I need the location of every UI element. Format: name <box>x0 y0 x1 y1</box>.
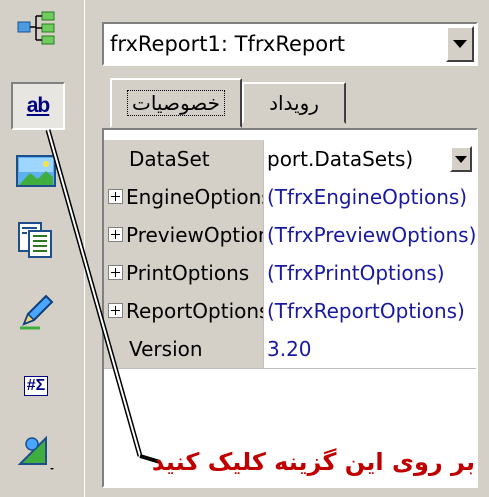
annotation-pointer-line <box>45 129 161 464</box>
tab-properties[interactable]: خصوصیات <box>110 78 242 128</box>
annotation-text: بر روی این گزینه کلیک کنید <box>151 448 475 476</box>
